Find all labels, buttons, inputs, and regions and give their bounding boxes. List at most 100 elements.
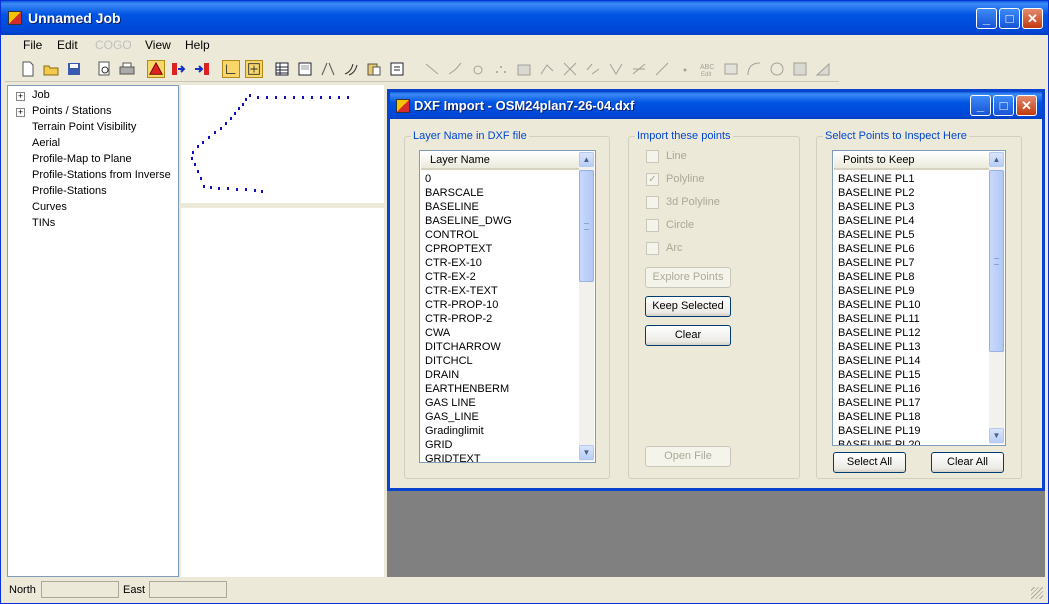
tree-item-terrain-point-visibility[interactable]: Terrain Point Visibility	[32, 121, 136, 133]
point-list-item[interactable]: BASELINE PL9	[838, 284, 921, 298]
point-list-item[interactable]: BASELINE PL4	[838, 214, 921, 228]
dxf-import-icon[interactable]	[147, 60, 165, 78]
report-icon[interactable]	[388, 60, 406, 78]
menu-edit[interactable]: Edit	[57, 38, 78, 52]
tree-item-points-stations[interactable]: Points / Stations	[32, 105, 112, 117]
layer-list-item[interactable]: BARSCALE	[425, 186, 512, 200]
scroll-down-icon[interactable]: ▼	[579, 445, 594, 460]
maximize-button[interactable]: □	[999, 8, 1020, 29]
save-icon[interactable]	[65, 60, 83, 78]
dialog-close-button[interactable]: ✕	[1016, 95, 1037, 116]
layer-list-item[interactable]: BASELINE	[425, 200, 512, 214]
menu-file[interactable]: File	[23, 38, 42, 52]
layer-list-item[interactable]: CONTROL	[425, 228, 512, 242]
point-list-item[interactable]: BASELINE PL14	[838, 354, 921, 368]
tree-item-curves[interactable]: Curves	[32, 201, 67, 213]
point-list-item[interactable]: BASELINE PL2	[838, 186, 921, 200]
job-tree[interactable]: + Job + Points / Stations Terrain Point …	[7, 85, 179, 577]
tree-item-profile-stations[interactable]: Profile-Stations	[32, 185, 107, 197]
point-list-item[interactable]: BASELINE PL8	[838, 270, 921, 284]
dialog-maximize-button[interactable]: □	[993, 95, 1014, 116]
layer-list-item[interactable]: Gradinglimit	[425, 424, 512, 438]
point-list-item[interactable]: BASELINE PL18	[838, 410, 921, 424]
zoom-extents-icon[interactable]	[245, 60, 263, 78]
point-list-item[interactable]: BASELINE PL7	[838, 256, 921, 270]
clear-button[interactable]: Clear	[645, 325, 731, 346]
layer-list-item[interactable]: CPROPTEXT	[425, 242, 512, 256]
point-list-item[interactable]: BASELINE PL11	[838, 312, 921, 326]
clipboard-icon[interactable]	[365, 60, 383, 78]
plot-preview[interactable]	[181, 85, 384, 203]
point-list-item[interactable]: BASELINE PL1	[838, 172, 921, 186]
point-list-item[interactable]: BASELINE PL19	[838, 424, 921, 438]
select-all-button[interactable]: Select All	[833, 452, 906, 473]
layer-list-item[interactable]: CTR-PROP-2	[425, 312, 512, 326]
dialog-minimize-button[interactable]: _	[970, 95, 991, 116]
layer-list-item[interactable]: EARTHENBERM	[425, 382, 512, 396]
points-list-header[interactable]: Points to Keep	[834, 152, 989, 170]
clear-all-button[interactable]: Clear All	[931, 452, 1004, 473]
expand-icon[interactable]: +	[16, 108, 25, 117]
plot-lower-pane[interactable]	[181, 206, 384, 577]
point-list-item[interactable]: BASELINE PL15	[838, 368, 921, 382]
layer-list-item[interactable]: CTR-PROP-10	[425, 298, 512, 312]
resize-grip-icon[interactable]	[1031, 587, 1043, 599]
tree-item-job[interactable]: Job	[32, 89, 50, 101]
layer-list-item[interactable]: DRAIN	[425, 368, 512, 382]
layer-list-item[interactable]: GAS_LINE	[425, 410, 512, 424]
point-list-item[interactable]: BASELINE PL17	[838, 396, 921, 410]
scroll-up-icon[interactable]: ▲	[579, 152, 594, 167]
point-list-item[interactable]: BASELINE PL12	[838, 326, 921, 340]
spiral-icon[interactable]	[342, 60, 360, 78]
point-list-item[interactable]: BASELINE PL3	[838, 200, 921, 214]
print-preview-icon[interactable]	[95, 60, 113, 78]
point-list-item[interactable]: BASELINE PL13	[838, 340, 921, 354]
points-scrollbar[interactable]: ▲ ▼	[989, 152, 1004, 444]
menu-view[interactable]: View	[145, 38, 171, 52]
layer-list-header[interactable]: Layer Name	[421, 152, 579, 170]
select-icon[interactable]	[222, 60, 240, 78]
point-list-item[interactable]: BASELINE PL16	[838, 382, 921, 396]
layer-list-item[interactable]: GAS LINE	[425, 396, 512, 410]
new-file-icon[interactable]	[19, 60, 37, 78]
scroll-up-icon[interactable]: ▲	[989, 152, 1004, 167]
layer-list-item[interactable]: BASELINE_DWG	[425, 214, 512, 228]
points-list[interactable]: Points to Keep BASELINE PL1 BASELINE PL2 B…	[832, 150, 1006, 446]
point-list-item[interactable]: BASELINE PL5	[838, 228, 921, 242]
checkbox-icon	[646, 196, 659, 209]
window-icon[interactable]	[296, 60, 314, 78]
tree-item-aerial[interactable]: Aerial	[32, 137, 60, 149]
layer-list-item[interactable]: CWA	[425, 326, 512, 340]
point-list-item[interactable]: BASELINE PL20	[838, 438, 921, 445]
layer-list-item[interactable]: CTR-EX-2	[425, 270, 512, 284]
intersect-icon	[563, 62, 577, 76]
table-icon[interactable]	[273, 60, 291, 78]
open-folder-icon[interactable]	[42, 60, 60, 78]
layer-list-item[interactable]: CTR-EX-10	[425, 256, 512, 270]
layer-list-item[interactable]: DITCHARROW	[425, 340, 512, 354]
tree-item-tins[interactable]: TINs	[32, 217, 55, 229]
tree-item-profile-map-to-plane[interactable]: Profile-Map to Plane	[32, 153, 132, 165]
layer-list-item[interactable]: GRID	[425, 438, 512, 452]
export-icon[interactable]	[170, 60, 188, 78]
layer-list-item[interactable]: CTR-EX-TEXT	[425, 284, 512, 298]
scroll-thumb[interactable]	[989, 170, 1004, 352]
scroll-down-icon[interactable]: ▼	[989, 428, 1004, 443]
close-button[interactable]: ✕	[1022, 8, 1043, 29]
point-list-item[interactable]: BASELINE PL10	[838, 298, 921, 312]
layer-scrollbar[interactable]: ▲ ▼	[579, 152, 594, 461]
import-icon[interactable]	[193, 60, 211, 78]
print-icon[interactable]	[118, 60, 136, 78]
minimize-button[interactable]: _	[976, 8, 997, 29]
tree-item-profile-stations-from-inverse[interactable]: Profile-Stations from Inverse	[32, 169, 171, 181]
layer-list-item[interactable]: 0	[425, 172, 512, 186]
road-icon[interactable]	[319, 60, 337, 78]
layer-list[interactable]: Layer Name 0 BARSCALE BASELINE BASELINE_DWG…	[419, 150, 596, 463]
scroll-thumb[interactable]	[579, 170, 594, 282]
layer-list-item[interactable]: DITCHCL	[425, 354, 512, 368]
expand-icon[interactable]: +	[16, 92, 25, 101]
keep-selected-button[interactable]: Keep Selected	[645, 296, 731, 317]
point-list-item[interactable]: BASELINE PL6	[838, 242, 921, 256]
layer-list-item[interactable]: GRIDTEXT	[425, 452, 512, 462]
menu-help[interactable]: Help	[185, 38, 210, 52]
